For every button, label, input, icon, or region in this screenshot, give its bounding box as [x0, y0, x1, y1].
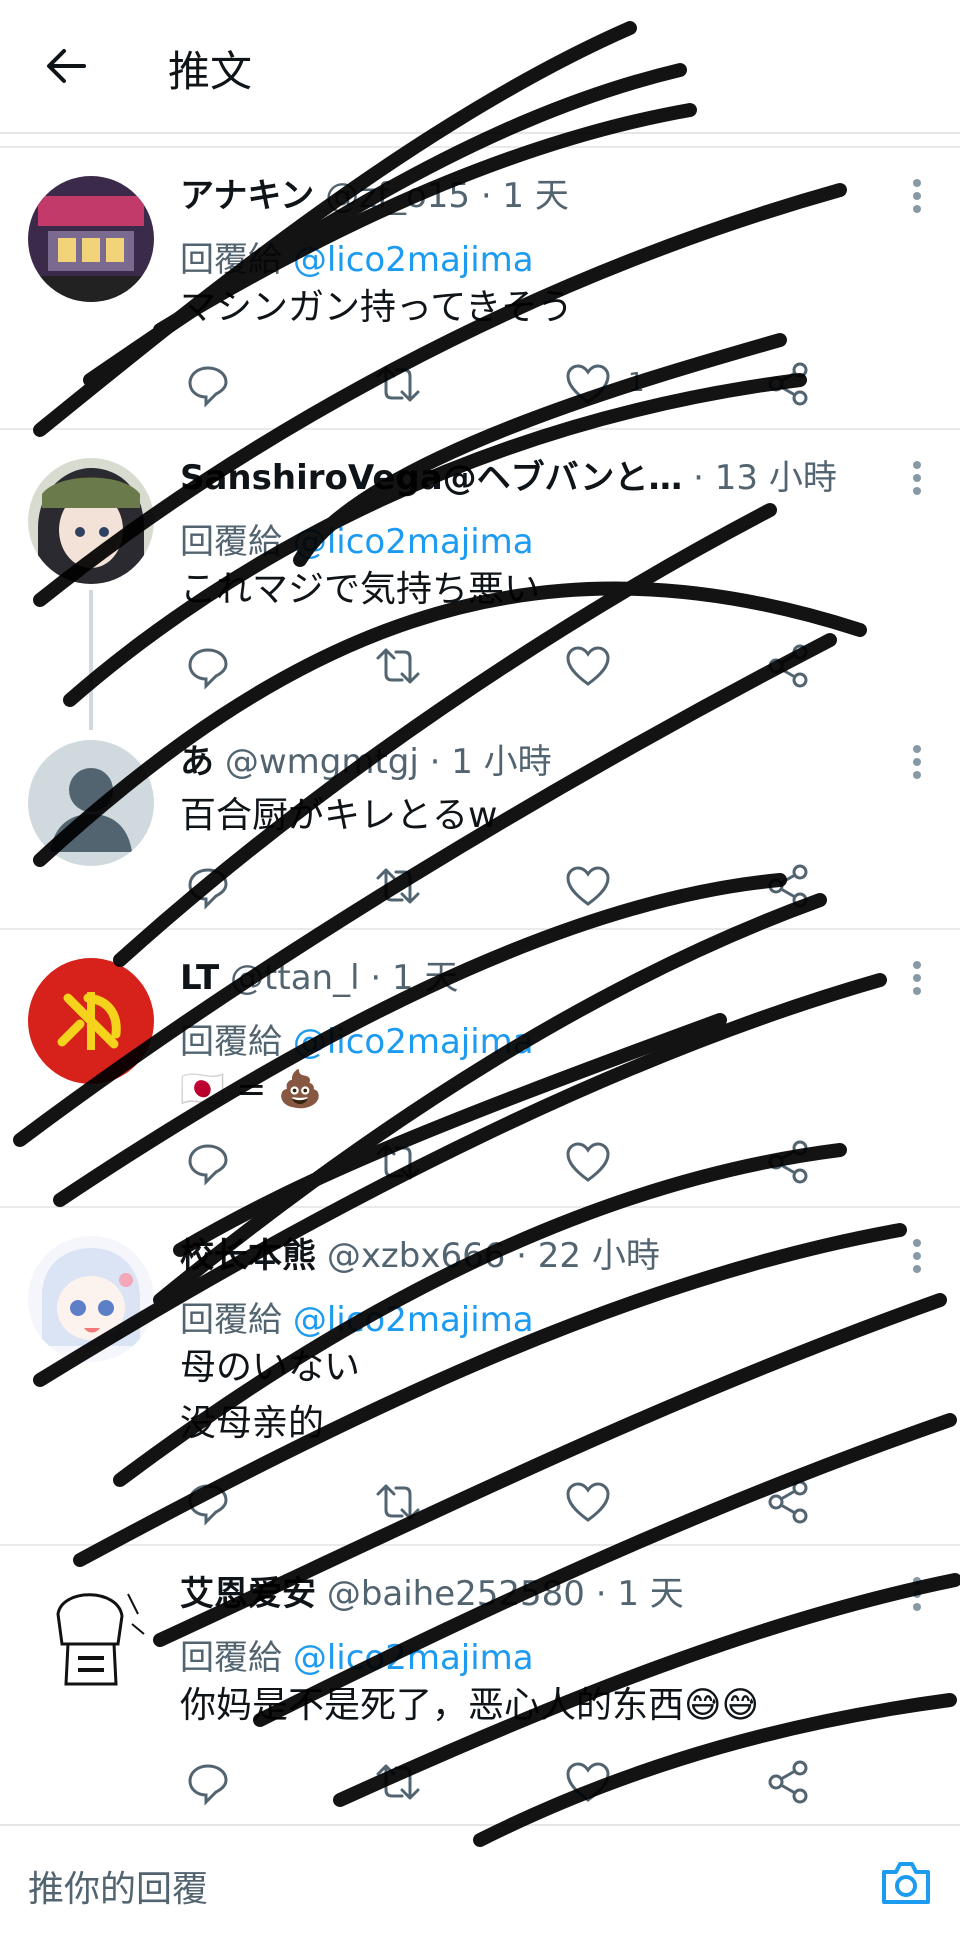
- more-options-icon[interactable]: [912, 960, 922, 996]
- reply-handle-link[interactable]: @lico2majima: [293, 1300, 534, 1340]
- reply-handle-link[interactable]: @lico2majima: [293, 240, 534, 280]
- like-icon[interactable]: [564, 1758, 612, 1806]
- reply-composer[interactable]: 推你的回覆: [0, 1824, 960, 1945]
- reply-to: 回覆給 @lico2majima: [180, 514, 534, 563]
- more-options-icon[interactable]: [912, 178, 922, 214]
- avatar[interactable]: [28, 958, 154, 1084]
- action-bar: [180, 1138, 820, 1188]
- tweet[interactable]: LT @ttan_l · 1 天 回覆給 @lico2majima 🇯🇵 = 💩: [0, 928, 960, 1208]
- back-arrow-icon[interactable]: [44, 44, 88, 88]
- like-icon[interactable]: [564, 1138, 612, 1186]
- tweet-text: 百合厨がキレとるw: [180, 788, 497, 844]
- reply-handle-link[interactable]: @lico2majima: [293, 522, 534, 562]
- reply-icon[interactable]: [184, 1138, 232, 1186]
- author-meta: @wmgmtgj · 1 小時: [224, 742, 552, 782]
- tweet-text: マシンガン持ってきそう: [180, 280, 573, 336]
- author-name[interactable]: SanshiroVega@ヘブバンと…: [180, 458, 682, 498]
- reply-input[interactable]: 推你的回覆: [28, 1860, 208, 1912]
- author-meta: @xzbx666 · 22 小時: [326, 1236, 660, 1276]
- retweet-icon[interactable]: [374, 642, 422, 690]
- more-options-icon[interactable]: [912, 460, 922, 496]
- tweet-text-line: 母のいない: [180, 1347, 361, 1388]
- avatar[interactable]: [28, 458, 154, 584]
- reply-prefix: 回覆給: [180, 240, 282, 280]
- author-name[interactable]: LT: [180, 958, 219, 998]
- author-name[interactable]: 校长本熊: [180, 1236, 316, 1276]
- reply-prefix: 回覆給: [180, 1300, 282, 1340]
- avatar[interactable]: [28, 1574, 154, 1700]
- reply-icon[interactable]: [184, 360, 232, 408]
- author-meta: @ttan_l · 1 天: [230, 958, 459, 998]
- action-bar: [180, 862, 820, 912]
- action-bar: [180, 1758, 820, 1808]
- retweet-icon[interactable]: [374, 1138, 422, 1186]
- avatar[interactable]: [28, 1236, 154, 1362]
- reply-icon[interactable]: [184, 1758, 232, 1806]
- reply-icon[interactable]: [184, 642, 232, 690]
- tweet-text: 🇯🇵 = 💩: [180, 1062, 323, 1118]
- like-icon[interactable]: [564, 360, 612, 408]
- reply-prefix: 回覆給: [180, 1638, 282, 1678]
- tweet-text: これマジで気持ち悪い: [180, 562, 540, 618]
- avatar[interactable]: [28, 176, 154, 302]
- author-meta: @zf_o15 · 1 天: [325, 176, 569, 216]
- tweet[interactable]: あ @wmgmtgj · 1 小時 百合厨がキレとるw: [0, 710, 960, 928]
- page-title: 推文: [168, 47, 253, 96]
- tweet[interactable]: 校长本熊 @xzbx666 · 22 小時 回覆給 @lico2majima 母…: [0, 1206, 960, 1546]
- reply-handle-link[interactable]: @lico2majima: [293, 1022, 534, 1062]
- tweet-text-line: 你妈是不是死了，恶心人的东西😅😅: [180, 1685, 760, 1726]
- share-icon[interactable]: [764, 862, 812, 910]
- author-name[interactable]: あ: [180, 742, 214, 782]
- like-icon[interactable]: [564, 1478, 612, 1526]
- reply-prefix: 回覆給: [180, 522, 282, 562]
- more-options-icon[interactable]: [912, 744, 922, 780]
- retweet-icon[interactable]: [374, 862, 422, 910]
- share-icon[interactable]: [764, 360, 812, 408]
- tweet-text: 你妈是不是死了，恶心人的东西😅😅: [180, 1678, 759, 1734]
- reply-to: 回覆給 @lico2majima: [180, 1014, 534, 1063]
- reply-icon[interactable]: [184, 1478, 232, 1526]
- avatar[interactable]: [28, 740, 154, 866]
- retweet-icon[interactable]: [374, 1478, 422, 1526]
- tweet[interactable]: アナキン @zf_o15 · 1 天 回覆給 @lico2majima マシンガ…: [0, 146, 960, 430]
- tweet-text-line: これマジで気持ち悪い: [180, 569, 541, 610]
- author-name[interactable]: アナキン: [180, 176, 314, 216]
- like-count: 1: [628, 368, 645, 398]
- author-meta: @baihe252580 · 1 天: [326, 1574, 684, 1614]
- tweet[interactable]: SanshiroVega@ヘブバンと… · 13 小時 回覆給 @lico2ma…: [0, 428, 960, 730]
- author-name[interactable]: 艾恩爱安: [180, 1574, 316, 1614]
- reply-icon[interactable]: [184, 862, 232, 910]
- share-icon[interactable]: [764, 1478, 812, 1526]
- author-meta: · 13 小時: [693, 458, 837, 498]
- thread-line: [89, 590, 93, 730]
- action-bar: [180, 1478, 820, 1528]
- action-bar: [180, 642, 820, 692]
- top-bar: 推文: [0, 0, 960, 134]
- tweet-text-line: 🇯🇵 = 💩: [180, 1069, 323, 1110]
- tweet-text-line: マシンガン持ってきそう: [180, 287, 574, 328]
- more-options-icon[interactable]: [912, 1576, 922, 1612]
- like-icon[interactable]: [564, 642, 612, 690]
- retweet-icon[interactable]: [374, 360, 422, 408]
- reply-prefix: 回覆給: [180, 1022, 282, 1062]
- share-icon[interactable]: [764, 1138, 812, 1186]
- tweet-text-line: 百合厨がキレとるw: [180, 795, 498, 836]
- tweet-text-line: 没母亲的: [180, 1403, 325, 1444]
- reply-to: 回覆給 @lico2majima: [180, 232, 534, 281]
- share-icon[interactable]: [764, 642, 812, 690]
- reply-to: 回覆給 @lico2majima: [180, 1630, 534, 1679]
- camera-icon[interactable]: [880, 1858, 932, 1906]
- retweet-icon[interactable]: [374, 1758, 422, 1806]
- reply-handle-link[interactable]: @lico2majima: [293, 1638, 534, 1678]
- like-icon[interactable]: [564, 862, 612, 910]
- reply-to: 回覆給 @lico2majima: [180, 1292, 534, 1341]
- more-options-icon[interactable]: [912, 1238, 922, 1274]
- share-icon[interactable]: [764, 1758, 812, 1806]
- action-bar: 1: [180, 360, 820, 410]
- tweet-text: 母のいない 没母亲的: [180, 1340, 360, 1452]
- tweet[interactable]: 艾恩爱安 @baihe252580 · 1 天 回覆給 @lico2majima…: [0, 1544, 960, 1826]
